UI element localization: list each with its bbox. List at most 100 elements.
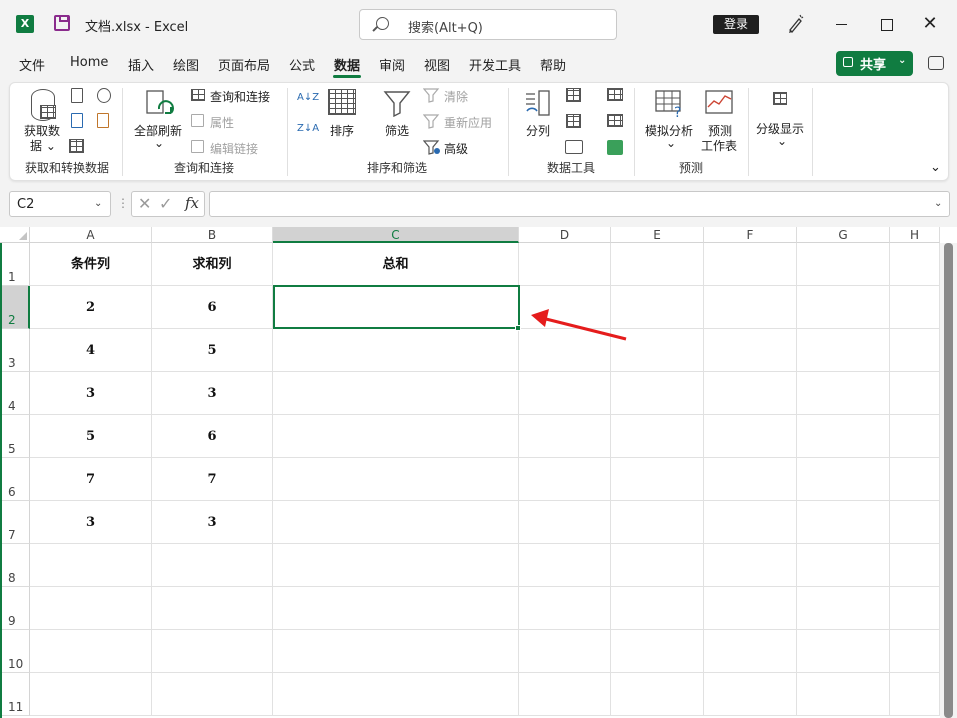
row-header-9[interactable]: 9	[0, 587, 30, 630]
cell-f7[interactable]	[704, 501, 797, 544]
remove-duplicates-icon[interactable]	[566, 114, 581, 128]
tab-formulas[interactable]: 公式	[289, 55, 315, 74]
cell-f3[interactable]	[704, 329, 797, 372]
formula-input[interactable]: ⌄	[209, 191, 950, 217]
cell-g6[interactable]	[797, 458, 890, 501]
cell-f8[interactable]	[704, 544, 797, 587]
tab-home[interactable]: Home	[70, 55, 108, 70]
what-if-dropdown-icon[interactable]: ⌄	[666, 136, 676, 150]
advanced-button[interactable]: 高级	[444, 140, 468, 157]
cell-e8[interactable]	[611, 544, 704, 587]
cell-b5[interactable]: 6	[152, 415, 273, 458]
edit-links-button[interactable]: 编辑链接	[210, 140, 258, 157]
cell-c3[interactable]	[273, 329, 519, 372]
cell-f10[interactable]	[704, 630, 797, 673]
share-button[interactable]: 共享 ⌄	[836, 51, 913, 76]
get-data-label-2[interactable]: 据 ⌄	[30, 137, 56, 154]
cell-f11[interactable]	[704, 673, 797, 716]
name-box[interactable]: C2 ⌄	[9, 191, 111, 217]
cell-g1[interactable]	[797, 243, 890, 286]
cell-a2[interactable]: 2	[30, 286, 152, 329]
cell-a10[interactable]	[30, 630, 152, 673]
refresh-all-dropdown-icon[interactable]: ⌄	[154, 136, 164, 150]
sort-icon[interactable]	[328, 89, 356, 115]
cell-d5[interactable]	[519, 415, 611, 458]
sort-ascending-icon[interactable]: A↓Z	[297, 93, 319, 103]
cell-g2[interactable]	[797, 286, 890, 329]
selected-cell-outline[interactable]	[273, 285, 520, 329]
filter-button-label[interactable]: 筛选	[385, 122, 409, 139]
data-model-icon[interactable]	[607, 140, 623, 155]
cell-d7[interactable]	[519, 501, 611, 544]
pen-icon[interactable]	[786, 14, 804, 34]
cell-h9[interactable]	[890, 587, 940, 630]
cell-h2[interactable]	[890, 286, 940, 329]
cell-h11[interactable]	[890, 673, 940, 716]
maximize-button[interactable]	[874, 14, 898, 34]
cell-c10[interactable]	[273, 630, 519, 673]
cell-h5[interactable]	[890, 415, 940, 458]
select-all-button[interactable]	[0, 227, 30, 243]
cell-h10[interactable]	[890, 630, 940, 673]
column-header-h[interactable]: H	[890, 227, 940, 243]
cell-c7[interactable]	[273, 501, 519, 544]
cell-a8[interactable]	[30, 544, 152, 587]
cell-e3[interactable]	[611, 329, 704, 372]
row-header-10[interactable]: 10	[0, 630, 30, 673]
cell-d4[interactable]	[519, 372, 611, 415]
refresh-all-icon[interactable]	[145, 89, 175, 121]
cell-f1[interactable]	[704, 243, 797, 286]
cell-a7[interactable]: 3	[30, 501, 152, 544]
filter-icon[interactable]	[383, 89, 411, 117]
row-header-2[interactable]: 2	[0, 286, 30, 329]
cell-c4[interactable]	[273, 372, 519, 415]
cell-c5[interactable]	[273, 415, 519, 458]
cell-b2[interactable]: 6	[152, 286, 273, 329]
column-header-a[interactable]: A	[30, 227, 152, 243]
insert-function-icon[interactable]: fx	[185, 194, 199, 212]
tab-review[interactable]: 审阅	[379, 55, 405, 74]
from-web-icon[interactable]	[71, 113, 83, 128]
cell-d8[interactable]	[519, 544, 611, 587]
cell-d10[interactable]	[519, 630, 611, 673]
cell-e10[interactable]	[611, 630, 704, 673]
text-to-columns-icon[interactable]	[523, 89, 553, 119]
cell-e5[interactable]	[611, 415, 704, 458]
cell-b7[interactable]: 3	[152, 501, 273, 544]
cell-d1[interactable]	[519, 243, 611, 286]
cell-h7[interactable]	[890, 501, 940, 544]
close-button[interactable]: ✕	[918, 14, 942, 34]
cell-b6[interactable]: 7	[152, 458, 273, 501]
cell-e7[interactable]	[611, 501, 704, 544]
cell-g10[interactable]	[797, 630, 890, 673]
row-header-4[interactable]: 4	[0, 372, 30, 415]
cell-a6[interactable]: 7	[30, 458, 152, 501]
cell-c1[interactable]: 总和	[273, 243, 519, 286]
cell-f9[interactable]	[704, 587, 797, 630]
relationships-icon[interactable]	[607, 114, 623, 127]
clear-button[interactable]: 清除	[444, 88, 468, 105]
cell-b10[interactable]	[152, 630, 273, 673]
cell-a9[interactable]	[30, 587, 152, 630]
cell-h3[interactable]	[890, 329, 940, 372]
what-if-icon[interactable]: ?	[654, 89, 686, 119]
cell-g7[interactable]	[797, 501, 890, 544]
cell-e1[interactable]	[611, 243, 704, 286]
queries-connections-button[interactable]: 查询和连接	[210, 88, 270, 105]
cell-e11[interactable]	[611, 673, 704, 716]
cell-g8[interactable]	[797, 544, 890, 587]
column-header-e[interactable]: E	[611, 227, 704, 243]
sort-descending-icon[interactable]: Z↓A	[297, 124, 319, 134]
tab-page-layout[interactable]: 页面布局	[218, 55, 270, 74]
sort-button-label[interactable]: 排序	[330, 122, 354, 139]
cell-b3[interactable]: 5	[152, 329, 273, 372]
cell-d2[interactable]	[519, 286, 611, 329]
cell-d6[interactable]	[519, 458, 611, 501]
row-header-5[interactable]: 5	[0, 415, 30, 458]
enter-icon[interactable]: ✓	[159, 194, 172, 213]
minimize-button[interactable]	[830, 14, 854, 34]
chevron-down-icon[interactable]: ⌄	[94, 198, 102, 209]
cell-e4[interactable]	[611, 372, 704, 415]
expand-formula-icon[interactable]: ⌄	[934, 198, 942, 209]
cell-h6[interactable]	[890, 458, 940, 501]
